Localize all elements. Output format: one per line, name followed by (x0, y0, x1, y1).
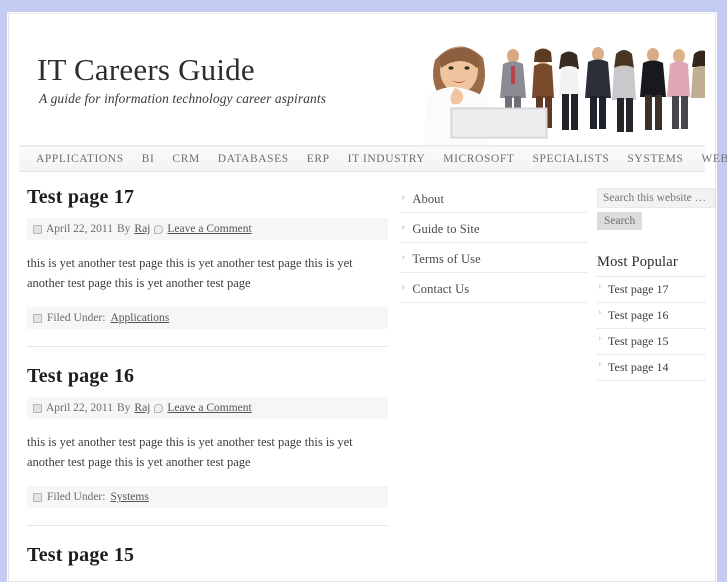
nav-item-microsoft[interactable]: MICROSOFT (434, 147, 523, 171)
content-wrapper: Test page 17 April 22, 2011 By Raj Leave… (19, 172, 715, 581)
page-link-terms-of-use[interactable]: Terms of Use (400, 249, 587, 273)
calendar-icon (33, 403, 42, 413)
post-body: this is yet another test page this is ye… (27, 256, 353, 290)
post-separator (27, 346, 389, 347)
filed-under-label: Filed Under: (47, 491, 106, 503)
post-author-link[interactable]: Raj (134, 222, 150, 236)
header-photo (417, 30, 705, 145)
site-header: IT Careers Guide A guide for information… (19, 22, 705, 146)
nav-item-databases[interactable]: DATABASES (209, 147, 298, 171)
post-body: this is yet another test page this is ye… (27, 435, 353, 469)
post-meta: April 22, 2011 By Raj Leave a Comment (27, 397, 389, 419)
leave-comment-link[interactable]: Leave a Comment (167, 401, 251, 415)
post-title[interactable]: Test page 15 (27, 544, 388, 567)
post-date: April 22, 2011 (46, 402, 113, 414)
post-title[interactable]: Test page 17 (27, 186, 388, 209)
nav-item-erp[interactable]: ERP (298, 147, 339, 171)
nav-item-specialists[interactable]: SPECIALISTS (524, 147, 619, 171)
widget-title-most-popular: Most Popular (597, 254, 705, 277)
calendar-icon (33, 224, 42, 234)
business-people-illustration (417, 30, 705, 145)
sidebar: Search Most Popular Test page 17 Test pa… (587, 186, 715, 581)
post-category-link[interactable]: Systems (110, 491, 148, 503)
post-category-link[interactable]: Applications (110, 312, 169, 324)
folder-icon (33, 492, 42, 502)
list-item[interactable]: Test page 15 (597, 329, 705, 355)
site-title[interactable]: IT Careers Guide (37, 53, 326, 87)
page-link-contact-us[interactable]: Contact Us (400, 279, 587, 303)
post-entry: Test page 15 (27, 544, 388, 567)
nav-item-crm[interactable]: CRM (163, 147, 208, 171)
post-entry: Test page 16 April 22, 2011 By Raj Leave… (27, 365, 389, 508)
nav-item-it-industry[interactable]: IT INDUSTRY (339, 147, 435, 171)
main-content: Test page 17 April 22, 2011 By Raj Leave… (19, 186, 389, 581)
primary-navigation[interactable]: APPLICATIONS BI CRM DATABASES ERP IT IND… (19, 146, 727, 172)
search-input[interactable] (597, 188, 715, 208)
post-filed-under: Filed Under: Systems (27, 486, 389, 508)
branding[interactable]: IT Careers Guide A guide for information… (37, 53, 327, 107)
site-description: A guide for information technology caree… (39, 90, 327, 106)
page-link-guide-to-site[interactable]: Guide to Site (400, 219, 587, 243)
post-title[interactable]: Test page 16 (27, 365, 388, 388)
nav-item-bi[interactable]: BI (133, 147, 164, 171)
by-label: By (116, 402, 131, 414)
leave-comment-link[interactable]: Leave a Comment (167, 222, 251, 236)
folder-icon (33, 313, 42, 323)
list-item[interactable]: Test page 14 (597, 355, 705, 381)
comment-bubble-icon (154, 403, 164, 413)
post-filed-under: Filed Under: Applications (27, 307, 389, 329)
page-link-about[interactable]: About (400, 189, 587, 213)
post-separator (27, 525, 389, 526)
by-label: By (116, 223, 131, 235)
list-item[interactable]: Test page 17 (597, 277, 705, 303)
post-entry: Test page 17 April 22, 2011 By Raj Leave… (27, 186, 389, 329)
search-button[interactable]: Search (597, 212, 643, 230)
page-container: IT Careers Guide A guide for information… (8, 13, 727, 582)
nav-item-web[interactable]: WEB (692, 147, 727, 171)
comment-bubble-icon (154, 224, 164, 234)
filed-under-label: Filed Under: (47, 312, 106, 324)
nav-item-systems[interactable]: SYSTEMS (618, 147, 692, 171)
list-item[interactable]: Test page 16 (597, 303, 705, 329)
browser-top-band (0, 0, 727, 13)
post-author-link[interactable]: Raj (134, 401, 150, 415)
post-meta: April 22, 2011 By Raj Leave a Comment (27, 218, 389, 240)
post-date: April 22, 2011 (46, 223, 113, 235)
pages-column: About Guide to Site Terms of Use Contact… (388, 186, 587, 581)
nav-item-applications[interactable]: APPLICATIONS (27, 147, 133, 171)
